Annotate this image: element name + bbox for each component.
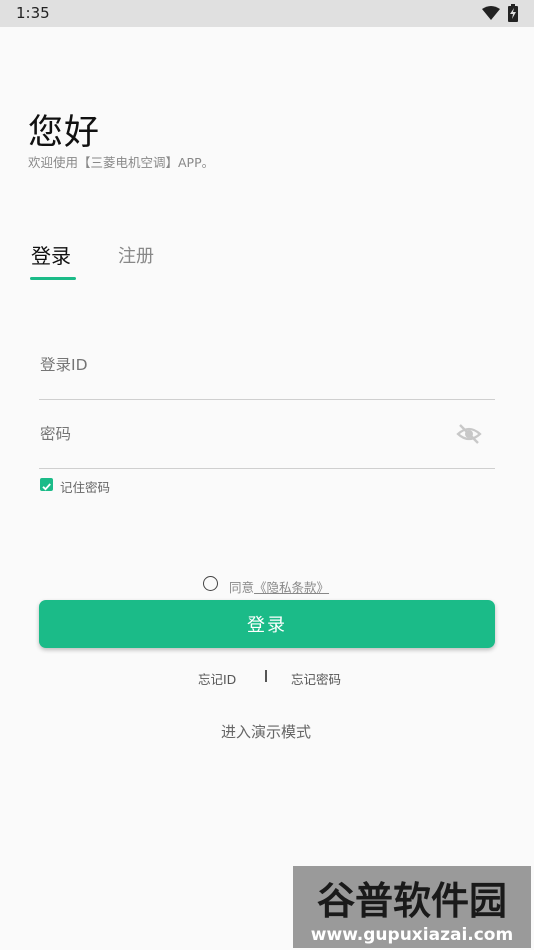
tab-login[interactable]: 登录 (31, 240, 71, 269)
login-button[interactable]: 登录 (39, 600, 495, 648)
wifi-icon (482, 6, 500, 20)
remember-password-label: 记住密码 (60, 480, 111, 495)
check-icon (42, 483, 51, 491)
greeting-title: 您好 (28, 113, 101, 153)
login-id-underline (39, 399, 495, 400)
link-divider (265, 670, 267, 682)
battery-charging-icon (508, 4, 518, 22)
agree-privacy-radio[interactable] (203, 576, 218, 591)
password-input[interactable] (40, 414, 440, 454)
status-time: 1:35 (16, 4, 50, 22)
forgot-id-link[interactable]: 忘记ID (198, 669, 236, 688)
active-tab-indicator (30, 277, 76, 280)
password-underline (39, 468, 495, 469)
forgot-password-link[interactable]: 忘记密码 (291, 669, 341, 688)
login-id-input[interactable] (40, 345, 440, 385)
privacy-policy-link[interactable]: 《隐私条款》 (254, 580, 329, 595)
eye-off-icon[interactable] (456, 422, 482, 446)
remember-password-checkbox[interactable] (40, 478, 53, 491)
watermark-brand: 谷普软件园 (317, 879, 507, 923)
tab-register[interactable]: 注册 (118, 242, 154, 268)
welcome-subtitle: 欢迎使用【三菱电机空调】APP。 (28, 155, 215, 170)
watermark-logo: 谷普软件园 www.gupuxiazai.com (293, 866, 531, 948)
agree-text: 同意《隐私条款》 (229, 577, 329, 596)
demo-mode-link[interactable]: 进入演示模式 (221, 721, 311, 742)
watermark-url: www.gupuxiazai.com (311, 925, 513, 945)
agree-prefix: 同意 (229, 580, 255, 595)
status-bar: 1:35 (0, 0, 534, 27)
